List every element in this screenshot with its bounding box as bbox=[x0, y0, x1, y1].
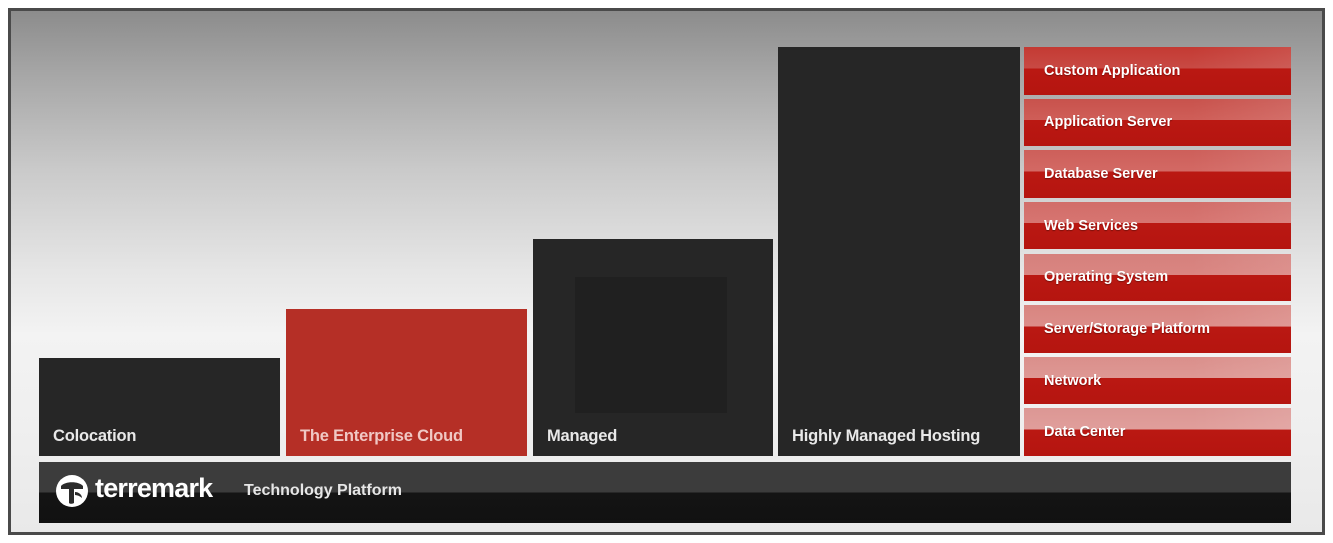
platform-title: Technology Platform bbox=[244, 482, 402, 499]
tier-highly-managed-hosting: Highly Managed Hosting bbox=[778, 47, 1020, 456]
stack-item-label: Operating System bbox=[1044, 269, 1169, 286]
brand-name: terremark bbox=[95, 473, 213, 503]
tier-enterprise-cloud: The Enterprise Cloud bbox=[286, 309, 527, 456]
stack-item-server-storage-platform: Server/Storage Platform bbox=[1024, 305, 1291, 353]
tier-label: Colocation bbox=[53, 427, 137, 445]
stack-item-data-center: Data Center bbox=[1024, 408, 1291, 456]
tier-colocation: Colocation bbox=[39, 358, 280, 456]
stack-item-label: Custom Application bbox=[1044, 62, 1181, 79]
inner-shade bbox=[575, 277, 727, 413]
stack-item-label: Network bbox=[1044, 372, 1102, 389]
stack-item-network: Network bbox=[1024, 356, 1291, 405]
terremark-logo-icon bbox=[56, 475, 88, 507]
stack-item-web-services: Web Services bbox=[1024, 201, 1291, 250]
service-stack: Custom Application Application Server Da… bbox=[1024, 47, 1291, 456]
stack-item-label: Web Services bbox=[1044, 217, 1139, 234]
tier-label: The Enterprise Cloud bbox=[300, 427, 463, 445]
stack-item-operating-system: Operating System bbox=[1024, 253, 1291, 302]
stack-item-application-server: Application Server bbox=[1024, 98, 1291, 147]
stack-item-custom-application: Custom Application bbox=[1024, 47, 1291, 95]
stack-item-database-server: Database Server bbox=[1024, 150, 1291, 198]
tier-managed: Managed bbox=[533, 239, 773, 456]
stack-item-label: Server/Storage Platform bbox=[1044, 320, 1211, 337]
stack-item-label: Data Center bbox=[1044, 424, 1126, 441]
diagram-frame: Colocation The Enterprise Cloud Managed … bbox=[8, 8, 1325, 535]
stack-item-label: Database Server bbox=[1044, 166, 1158, 183]
tier-label: Highly Managed Hosting bbox=[792, 427, 981, 445]
platform-bar: terremark Technology Platform bbox=[39, 462, 1291, 523]
tier-label: Managed bbox=[547, 427, 618, 445]
stack-item-label: Application Server bbox=[1044, 114, 1173, 131]
